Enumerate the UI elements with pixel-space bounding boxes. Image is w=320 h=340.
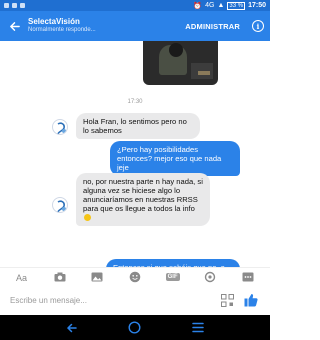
outgoing-message[interactable]: ¿Pero hay posibilidades entonces? mejor … [110, 141, 240, 176]
network-label: 4G [205, 2, 215, 9]
qr-button[interactable] [218, 291, 236, 309]
system-navigation-bar [0, 315, 270, 340]
app-notification-icon [20, 3, 25, 8]
message-composer [0, 285, 270, 315]
location-button[interactable] [202, 270, 218, 284]
page-avatar[interactable] [52, 197, 68, 213]
status-bar: ⏰ 4G ▲ 33 % 17:50 [0, 0, 270, 11]
location-icon [205, 271, 216, 282]
nav-back-icon [66, 323, 77, 332]
message-thread[interactable]: 17:30 Hola Fran, lo sentimos pero no lo … [0, 41, 270, 267]
info-button[interactable]: i [246, 11, 270, 41]
more-icon [242, 272, 254, 281]
text-icon: Aa [16, 273, 27, 282]
gif-label: GIF [165, 272, 180, 281]
message-text: no, por nuestra parte n hay nada, si alg… [83, 177, 203, 213]
nav-menu-icon [192, 322, 205, 333]
battery-indicator: 33 % [227, 1, 246, 10]
conversation-header: SelectaVisión Normalmente responde... AD… [0, 11, 270, 41]
message-input[interactable] [10, 295, 212, 305]
app-notification-icon [12, 3, 17, 8]
back-button[interactable] [0, 11, 28, 41]
qr-icon [220, 293, 234, 307]
gallery-button[interactable] [89, 270, 105, 284]
contact-name: SelectaVisión [28, 17, 80, 27]
alarm-icon: ⏰ [193, 2, 203, 10]
incoming-message[interactable]: no, por nuestra parte n hay nada, si alg… [76, 173, 210, 226]
incoming-message[interactable]: Hola Fran, lo sentimos pero no lo sabemo… [76, 113, 200, 139]
info-icon: i [252, 20, 264, 32]
response-time: Normalmente responde... [28, 27, 96, 34]
shared-photo[interactable] [143, 41, 218, 85]
notification-icons [0, 3, 25, 8]
image-icon [91, 272, 103, 281]
smile-emoji-icon [84, 214, 91, 221]
text-style-button[interactable]: Aa [14, 270, 30, 284]
messenger-notification-icon [4, 3, 9, 8]
gif-button[interactable]: GIF [165, 270, 181, 284]
contact-info[interactable]: SelectaVisión Normalmente responde... [28, 17, 179, 34]
nav-home-button[interactable] [125, 318, 145, 338]
outgoing-message[interactable]: Entonces si que sabéis que no, o que vos… [106, 259, 240, 267]
message-timestamp: 17:30 [127, 99, 143, 105]
like-button[interactable] [242, 291, 260, 309]
manage-button[interactable]: ADMINISTRAR [179, 22, 246, 31]
camera-icon [54, 272, 66, 281]
like-icon [244, 294, 258, 307]
camera-button[interactable] [52, 270, 68, 284]
nav-home-icon [128, 321, 141, 334]
svg-text:Aa: Aa [16, 273, 27, 282]
nav-menu-button[interactable] [188, 318, 208, 338]
emoji-icon [129, 271, 141, 282]
more-button[interactable] [240, 270, 256, 284]
nav-back-button[interactable] [62, 318, 82, 338]
clock: 17:50 [248, 2, 266, 9]
back-arrow-icon [9, 21, 20, 31]
page-avatar[interactable] [52, 119, 68, 135]
composer-toolbar: Aa GIF [0, 267, 270, 285]
signal-icon: ▲ [217, 2, 225, 9]
emoji-button[interactable] [127, 270, 143, 284]
